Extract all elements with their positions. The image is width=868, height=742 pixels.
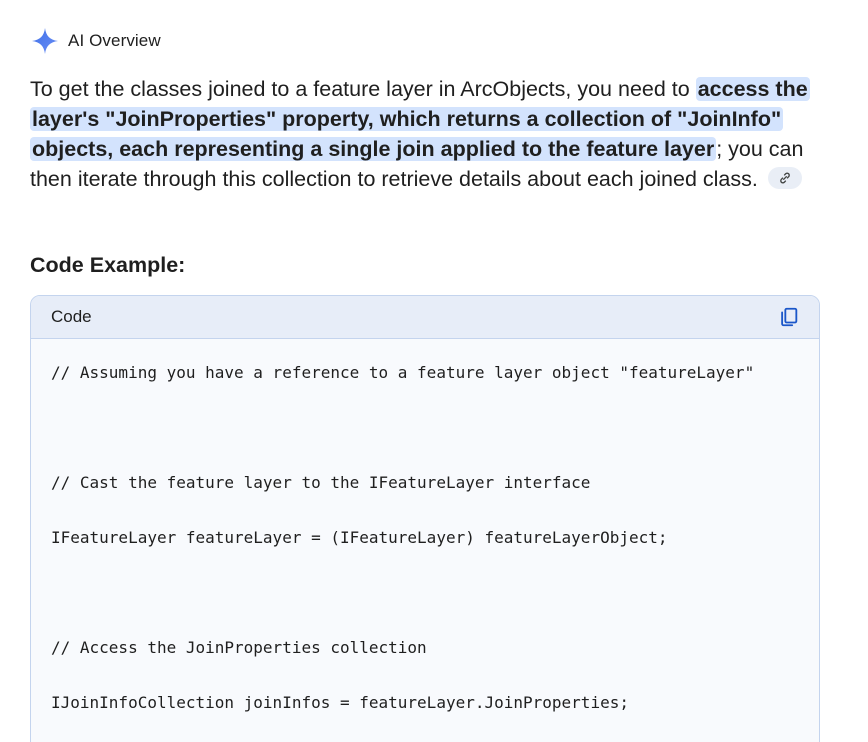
code-line: IFeatureLayer featureLayer = (IFeatureLa… [51,528,668,547]
ai-overview-header: AI Overview [30,26,161,56]
code-language-label: Code [51,307,92,326]
copy-icon [781,307,798,327]
ai-overview-label: AI Overview [68,31,161,50]
code-block-header: Code [31,296,819,339]
overview-paragraph: To get the classes joined to a feature l… [30,74,830,194]
paragraph-intro: To get the classes joined to a feature l… [30,77,696,101]
code-line: // Access the JoinProperties collection [51,638,427,657]
sparkle-icon [30,26,60,56]
code-example-heading: Code Example: [30,253,186,277]
code-line: IJoinInfoCollection joinInfos = featureL… [51,693,629,712]
link-icon [780,172,790,184]
code-body: // Assuming you have a reference to a fe… [31,339,819,742]
copy-code-button[interactable] [777,305,801,329]
code-line: // Assuming you have a reference to a fe… [51,363,755,382]
code-line: // Cast the feature layer to the IFeatur… [51,473,591,492]
source-link-button[interactable] [767,167,802,190]
code-block: Code // Assuming you have a reference to… [30,295,820,742]
